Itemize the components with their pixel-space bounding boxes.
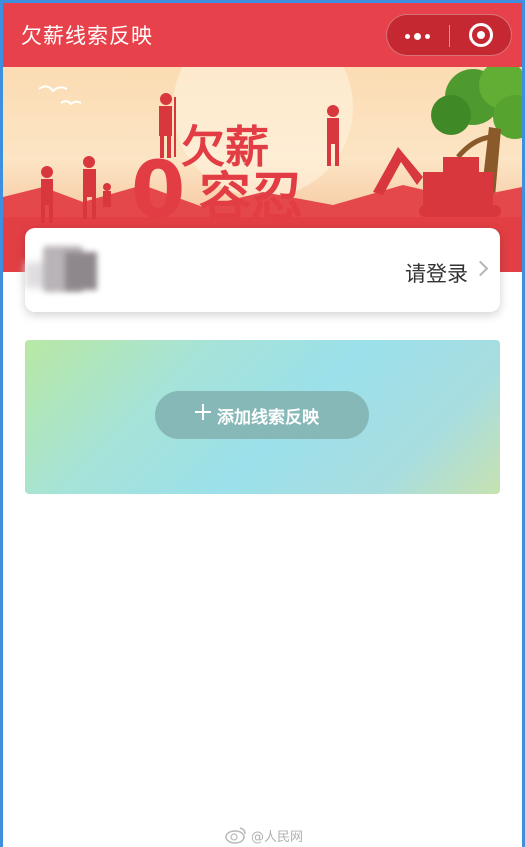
top-navigation-bar: 欠薪线索反映: [3, 3, 522, 67]
banner-headline-bottom: 容忍: [199, 168, 303, 228]
add-clue-panel: 添加线索反映: [25, 340, 500, 494]
avatar: [25, 238, 107, 304]
banner-headline-zero: 0: [131, 146, 185, 236]
login-card[interactable]: 请登录: [25, 228, 500, 312]
add-clue-button[interactable]: 添加线索反映: [155, 391, 369, 439]
banner-headline-top: 欠薪: [181, 122, 269, 173]
app-frame: 欠薪线索反映 欠薪 0 容忍 请登录 添加线索反映 @人民网: [0, 0, 525, 847]
more-dots-icon: [405, 33, 410, 39]
more-button[interactable]: [387, 15, 449, 55]
watermark-text: @人民网: [251, 830, 304, 845]
chevron-right-icon: [472, 260, 489, 277]
weibo-icon: [225, 827, 246, 844]
page-title: 欠薪线索反映: [21, 24, 153, 48]
login-label: 请登录: [405, 262, 468, 286]
mini-program-capsule: [386, 14, 512, 56]
plus-icon: [195, 404, 211, 420]
add-clue-label: 添加线索反映: [217, 408, 319, 428]
close-button[interactable]: [450, 15, 512, 55]
